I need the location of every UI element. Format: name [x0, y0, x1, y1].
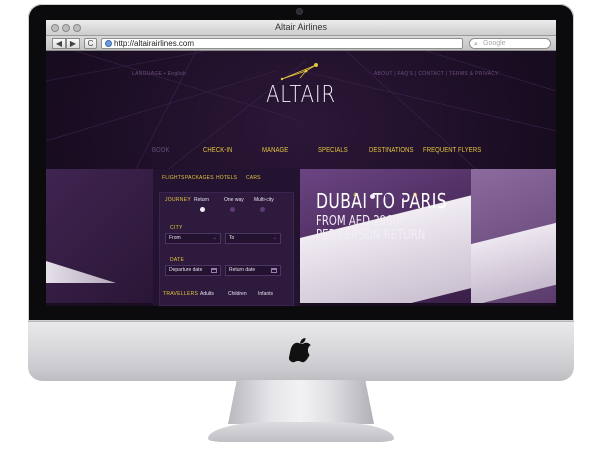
nav-item-destinations[interactable]: DESTINATIONS: [369, 147, 414, 154]
departure-date-field[interactable]: Departure date: [165, 265, 221, 276]
date-label: DATE: [170, 257, 185, 263]
reload-button[interactable]: C: [84, 38, 97, 49]
url-text: http://altairairlines.com: [114, 39, 195, 48]
nav-item-frequent-flyers[interactable]: FREQUENT FLYERS: [423, 147, 481, 154]
apple-logo-icon: [289, 338, 311, 363]
promo-price-line: FROM AED 2960*: [316, 214, 405, 229]
back-button[interactable]: ◀: [52, 38, 66, 49]
search-input[interactable]: ⌕ Google: [469, 38, 551, 49]
journey-option-multi-city[interactable]: Multi-city: [254, 197, 274, 203]
screenshot: Altair Airlines ◀ ▶ C http://altairairli…: [0, 0, 600, 450]
city-label: CITY: [170, 225, 183, 231]
calendar-icon: [271, 268, 277, 273]
from-city-value: From: [169, 235, 181, 241]
travellers-children[interactable]: Children: [228, 291, 247, 297]
top-links[interactable]: ABOUT | FAQ'S | CONTACT | TERMS & PRIVAC…: [374, 71, 499, 77]
nav-item-book[interactable]: BOOK: [152, 147, 170, 154]
nav-item-check-in[interactable]: CHECK-IN: [203, 147, 232, 154]
promo-title: DUBAI TO PARIS: [316, 189, 448, 213]
imac-stand-base: [208, 422, 394, 442]
window-title: Altair Airlines: [274, 22, 328, 32]
slider-prev-button[interactable]: ‹: [353, 189, 357, 201]
travellers-infants[interactable]: Infants: [258, 291, 273, 297]
browser-titlebar: Altair Airlines: [46, 20, 556, 36]
promo-price-note: PER PERSON RETURN: [316, 228, 426, 243]
slider-dot-2[interactable]: [385, 194, 390, 199]
camera-icon: [297, 9, 302, 14]
radio-multi-city[interactable]: [260, 207, 265, 212]
travellers-label: TRAVELLERS: [163, 291, 199, 297]
radio-return[interactable]: [200, 207, 205, 212]
nav-item-manage[interactable]: MANAGE: [262, 147, 288, 154]
airline-website: LANGUAGE ▪ English ABOUT | FAQ'S | CONTA…: [46, 51, 556, 306]
chevron-down-icon: ⌄: [212, 235, 217, 241]
from-city-select[interactable]: From ⌄: [165, 233, 221, 244]
promo-banner[interactable]: DUBAI TO PARIS FROM AED 2960* PER PERSON…: [300, 169, 471, 303]
journey-option-return[interactable]: Return: [194, 197, 209, 203]
address-bar[interactable]: http://altairairlines.com: [101, 38, 463, 49]
tab-cars[interactable]: CARS: [246, 175, 261, 181]
search-icon: ⌕: [474, 41, 478, 48]
return-date-placeholder: Return date: [229, 267, 256, 273]
browser-window: Altair Airlines ◀ ▶ C http://altairairli…: [46, 20, 556, 306]
tab-packages[interactable]: PACKAGES: [185, 175, 214, 181]
airplane-tail-image: [471, 196, 556, 303]
site-logo[interactable]: ALTAIR: [254, 82, 348, 108]
promo-price: FROM AED 2960* PER PERSON RETURN: [316, 215, 425, 243]
slider-dot-1[interactable]: [370, 194, 375, 199]
forward-button[interactable]: ▶: [66, 38, 80, 49]
calendar-icon: [211, 268, 217, 273]
radio-one-way[interactable]: [230, 207, 235, 212]
to-city-value: To: [229, 235, 235, 241]
language-selector[interactable]: LANGUAGE ▪ English: [132, 71, 186, 77]
browser-toolbar: ◀ ▶ C http://altairairlines.com ⌕ Google: [46, 36, 556, 51]
nav-item-specials[interactable]: SPECIALS: [318, 147, 348, 154]
flight-search-form: JOURNEY Return One way Multi-city CITY F…: [159, 192, 294, 306]
main-navigation: BOOK CHECK-IN MANAGE SPECIALS DESTINATIO…: [46, 147, 556, 161]
return-date-field[interactable]: Return date: [225, 265, 281, 276]
tab-flights[interactable]: FLIGHTS: [162, 175, 185, 181]
slider-next-button[interactable]: ›: [414, 189, 418, 201]
chevron-down-icon: ⌄: [272, 235, 277, 241]
travellers-adults[interactable]: Adults: [200, 291, 214, 297]
globe-icon: [105, 40, 112, 47]
journey-option-one-way[interactable]: One way: [224, 197, 244, 203]
booking-widget: FLIGHTS PACKAGES HOTELS CARS JOURNEY Ret…: [153, 169, 300, 306]
imac-stand: [228, 380, 374, 424]
star-logo-icon: [280, 63, 318, 81]
departure-date-placeholder: Departure date: [169, 267, 203, 273]
slider-dot-3[interactable]: [399, 194, 404, 199]
tab-hotels[interactable]: HOTELS: [216, 175, 237, 181]
search-placeholder: Google: [483, 40, 506, 47]
promo-side-panel: [471, 169, 556, 303]
to-city-select[interactable]: To ⌄: [225, 233, 281, 244]
journey-label: JOURNEY: [165, 197, 191, 203]
